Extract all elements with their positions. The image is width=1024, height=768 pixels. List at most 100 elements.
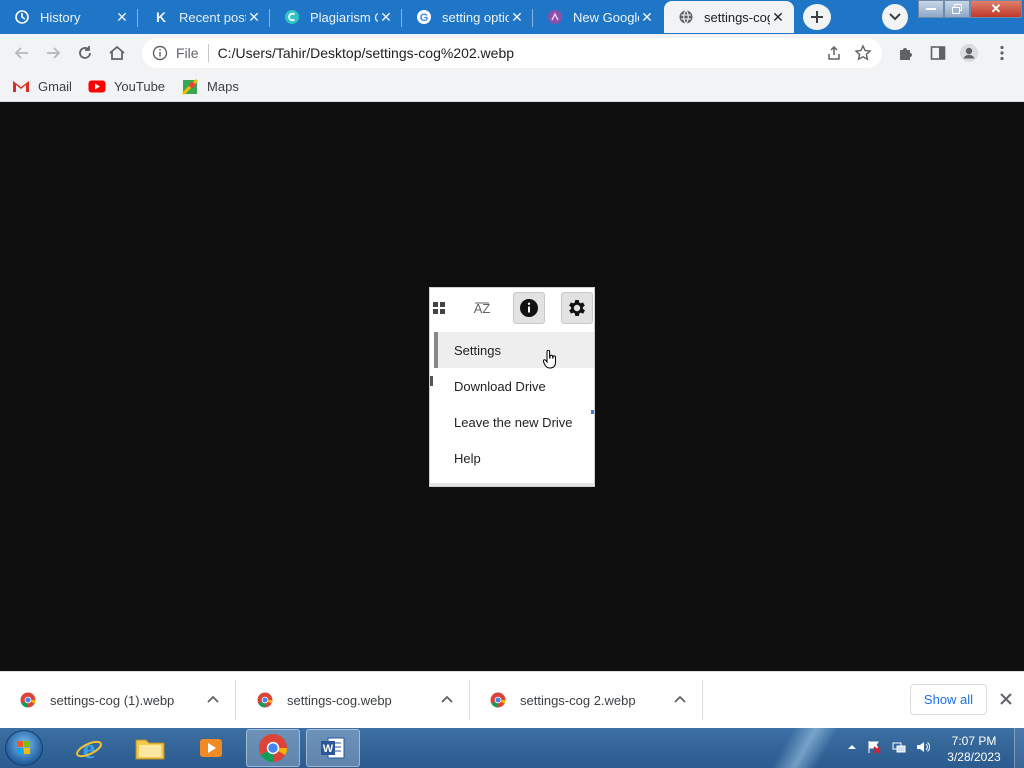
taskbar-chrome[interactable]: [246, 729, 300, 767]
chevron-down-icon: [889, 13, 901, 21]
tab-strip: History ✕ K Recent posts ✕ Plagiarism Ch…: [0, 0, 1024, 34]
image-viewer: AZ Settings Download Drive Leave the new…: [0, 103, 1024, 671]
menu-item-help: Help: [454, 450, 481, 466]
volume-icon[interactable]: [916, 740, 930, 754]
google-icon: G: [416, 9, 432, 25]
history-icon: [14, 9, 30, 25]
action-center-flag-icon[interactable]: [867, 740, 881, 754]
windows-logo-icon: [17, 741, 30, 754]
tab-search-button[interactable]: [882, 4, 908, 30]
close-icon[interactable]: ✕: [246, 9, 262, 25]
url-scheme: File: [176, 45, 199, 61]
gear-icon: [561, 292, 593, 324]
profile-button[interactable]: [958, 42, 980, 64]
close-icon[interactable]: ✕: [639, 9, 655, 25]
settings-dropdown-menu: Settings Download Drive Leave the new Dr…: [434, 332, 594, 476]
download-filename: settings-cog (1).webp: [50, 692, 175, 708]
tab-history[interactable]: History ✕: [0, 1, 138, 33]
menu-item-download-drive: Download Drive: [454, 378, 546, 394]
download-filename: settings-cog.webp: [287, 692, 392, 708]
bookmark-gmail[interactable]: Gmail: [12, 79, 72, 94]
purple-logo-icon: [547, 9, 563, 25]
download-item[interactable]: settings-cog (1).webp: [0, 680, 236, 720]
network-icon[interactable]: [892, 740, 906, 754]
svg-text:G: G: [420, 12, 429, 24]
home-button[interactable]: [104, 40, 130, 66]
forward-button[interactable]: [40, 40, 66, 66]
window-controls: ✕: [918, 0, 1022, 18]
menu-button[interactable]: [991, 42, 1013, 64]
kebab-menu-icon: [1000, 45, 1004, 61]
tab-plagiarism-checker[interactable]: Plagiarism Checker ✕: [270, 1, 402, 33]
show-all-downloads-button[interactable]: Show all: [910, 684, 987, 715]
settings-cog-image: AZ Settings Download Drive Leave the new…: [429, 287, 595, 487]
bookmark-youtube[interactable]: YouTube: [88, 79, 165, 94]
info-icon[interactable]: [152, 45, 168, 61]
minimize-icon: [926, 8, 936, 10]
share-icon[interactable]: [826, 45, 842, 61]
taskbar-word[interactable]: W: [306, 729, 360, 767]
address-bar[interactable]: File C:/Users/Tahir/Desktop/settings-cog…: [142, 38, 882, 68]
drive-toolbar: AZ: [430, 288, 594, 332]
chrome-icon: [257, 692, 273, 708]
url-text[interactable]: C:/Users/Tahir/Desktop/settings-cog%202.…: [218, 45, 514, 61]
system-clock[interactable]: 7:07 PM 3/28/2023: [938, 733, 1010, 765]
download-item[interactable]: settings-cog.webp: [237, 680, 470, 720]
tab-new-google[interactable]: New Google ✕: [533, 1, 663, 33]
restore-icon: [952, 4, 962, 14]
window-close-button[interactable]: ✕: [970, 0, 1022, 18]
puzzle-icon: [900, 48, 912, 60]
side-panel-icon: [930, 46, 946, 60]
plagiarism-icon: [284, 9, 300, 25]
chrome-icon: [490, 692, 506, 708]
restore-button[interactable]: [944, 0, 970, 18]
bookmark-label: Maps: [207, 79, 239, 94]
reload-icon: [79, 46, 91, 59]
chrome-icon: [258, 733, 288, 763]
youtube-icon: [88, 80, 106, 94]
menu-item-leave-new-drive: Leave the new Drive: [454, 414, 573, 430]
bookmark-label: YouTube: [113, 79, 166, 94]
maps-icon: [181, 78, 199, 95]
close-icon[interactable]: ✕: [114, 9, 130, 25]
tab-title: History: [40, 9, 81, 25]
tab-setting-options[interactable]: G setting options ✕: [402, 1, 533, 33]
minimize-button[interactable]: [918, 0, 944, 18]
bookmark-label: Gmail: [38, 79, 72, 94]
tray-expand-icon[interactable]: [845, 740, 859, 754]
extensions-button[interactable]: [895, 42, 917, 64]
chevron-up-icon[interactable]: [440, 692, 454, 706]
close-icon[interactable]: ✕: [509, 9, 525, 25]
close-icon[interactable]: [998, 691, 1014, 707]
new-tab-button[interactable]: [803, 4, 831, 30]
reload-button[interactable]: [72, 40, 98, 66]
svg-text:W: W: [323, 743, 334, 755]
tab-settings-cog[interactable]: settings-cog ✕: [664, 1, 794, 33]
arrow-right-icon: [47, 47, 61, 59]
tab-recent-posts[interactable]: K Recent posts ✕: [139, 1, 270, 33]
folder-icon: [135, 739, 165, 760]
gmail-icon: [12, 80, 30, 94]
star-icon[interactable]: [854, 44, 872, 62]
chevron-up-icon[interactable]: [206, 692, 220, 706]
globe-icon: [678, 9, 694, 25]
bookmarks-bar: Gmail YouTube Maps: [0, 72, 1024, 102]
back-button[interactable]: [9, 40, 35, 66]
word-icon: W: [321, 737, 345, 759]
chrome-icon: [20, 692, 36, 708]
side-panel-button[interactable]: [927, 42, 949, 64]
tab-title: Plagiarism Checker: [310, 9, 378, 25]
tab-title: Recent posts: [179, 9, 246, 25]
start-button[interactable]: [5, 730, 43, 766]
taskbar-media-player[interactable]: [184, 729, 238, 767]
bookmark-maps[interactable]: Maps: [181, 78, 239, 95]
taskbar-internet-explorer[interactable]: e: [62, 729, 116, 767]
download-item[interactable]: settings-cog 2.webp: [470, 680, 703, 720]
plus-icon: [811, 11, 823, 23]
close-icon[interactable]: ✕: [378, 9, 394, 25]
info-icon: [513, 292, 545, 324]
chevron-up-icon[interactable]: [673, 692, 687, 706]
taskbar-file-explorer[interactable]: [123, 729, 177, 767]
close-icon[interactable]: ✕: [770, 9, 786, 25]
show-desktop-button[interactable]: [1014, 728, 1024, 768]
